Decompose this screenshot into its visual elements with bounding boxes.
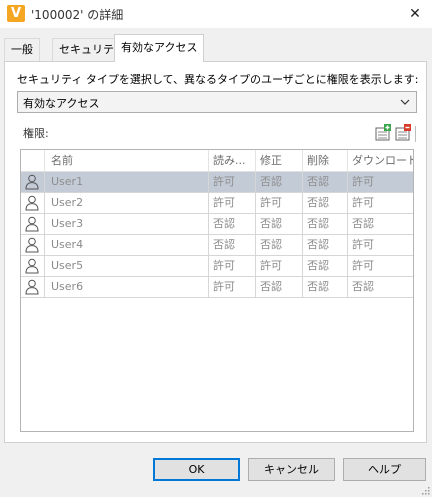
user-name-cell: User1: [45, 172, 209, 193]
read-permission-cell: 許可: [209, 277, 256, 298]
cancel-button[interactable]: キャンセル: [248, 458, 335, 481]
user-icon: [21, 235, 45, 256]
read-permission-cell: 否認: [209, 235, 256, 256]
modify-permission-cell: 許可: [256, 193, 303, 214]
add-permission-icon[interactable]: [374, 124, 392, 142]
delete-permission-cell: 否認: [303, 172, 348, 193]
security-type-value: 有効なアクセス: [23, 97, 100, 110]
user-name-cell: User2: [45, 193, 209, 214]
table-row[interactable]: User4 否認 否認 否認 許可: [21, 235, 413, 256]
ok-button[interactable]: OK: [153, 458, 240, 481]
user-icon: [21, 172, 45, 193]
user-icon: [21, 277, 45, 298]
column-header-modify[interactable]: 修正: [256, 150, 303, 172]
download-permission-cell: 否認: [348, 214, 413, 235]
column-header-name[interactable]: 名前: [45, 150, 209, 172]
user-icon: [21, 214, 45, 235]
modify-permission-cell: 許可: [256, 256, 303, 277]
delete-permission-cell: 否認: [303, 193, 348, 214]
toolbar-separator: [415, 126, 416, 142]
column-header-download[interactable]: ダウンロード: [348, 150, 413, 172]
column-header-icon: [21, 150, 45, 172]
column-header-delete[interactable]: 削除: [303, 150, 348, 172]
window-title: '100002' の詳細: [31, 8, 124, 22]
security-type-select[interactable]: 有効なアクセス: [17, 91, 417, 113]
permissions-label: 権限:: [23, 127, 49, 140]
resize-grip-icon[interactable]: [421, 486, 430, 495]
delete-permission-cell: 否認: [303, 235, 348, 256]
delete-permission-cell: 否認: [303, 277, 348, 298]
modify-permission-cell: 否認: [256, 214, 303, 235]
tab-panel: セキュリティ タイプを選択して、異なるタイプのユーザごとに権限を表示します: 有…: [4, 61, 427, 443]
read-permission-cell: 許可: [209, 256, 256, 277]
column-header-read[interactable]: 読み...: [209, 150, 256, 172]
title-bar: V '100002' の詳細 ✕: [0, 0, 432, 28]
close-icon[interactable]: ✕: [405, 4, 425, 24]
user-name-cell: User5: [45, 256, 209, 277]
download-permission-cell: 許可: [348, 235, 413, 256]
table-row[interactable]: User6 許可 否認 否認 否認: [21, 277, 413, 298]
help-button[interactable]: ヘルプ: [343, 458, 426, 481]
download-permission-cell: 許可: [348, 193, 413, 214]
delete-permission-cell: 否認: [303, 214, 348, 235]
download-permission-cell: 否認: [348, 277, 413, 298]
read-permission-cell: 許可: [209, 172, 256, 193]
remove-permission-icon[interactable]: [394, 124, 412, 142]
modify-permission-cell: 否認: [256, 235, 303, 256]
table-row[interactable]: User2 許可 許可 否認 許可: [21, 193, 413, 214]
app-logo-icon: V: [7, 5, 25, 22]
permissions-table[interactable]: 名前 読み... 修正 削除 ダウンロード User1 許可 否認 否認 許可 User2…: [20, 149, 414, 432]
download-permission-cell: 許可: [348, 172, 413, 193]
instruction-text: セキュリティ タイプを選択して、異なるタイプのユーザごとに権限を表示します:: [17, 73, 419, 86]
delete-permission-cell: 否認: [303, 256, 348, 277]
tab-effective-access[interactable]: 有効なアクセス: [114, 34, 205, 62]
download-permission-cell: 許可: [348, 256, 413, 277]
user-icon: [21, 193, 45, 214]
user-name-cell: User4: [45, 235, 209, 256]
table-row[interactable]: User3 否認 否認 否認 否認: [21, 214, 413, 235]
tab-general[interactable]: 一般: [4, 38, 40, 61]
read-permission-cell: 許可: [209, 193, 256, 214]
chevron-down-icon: [400, 99, 410, 105]
user-name-cell: User3: [45, 214, 209, 235]
modify-permission-cell: 否認: [256, 172, 303, 193]
user-icon: [21, 256, 45, 277]
user-name-cell: User6: [45, 277, 209, 298]
table-header: 名前 読み... 修正 削除 ダウンロード: [21, 150, 413, 172]
table-row[interactable]: User5 許可 許可 否認 許可: [21, 256, 413, 277]
modify-permission-cell: 否認: [256, 277, 303, 298]
read-permission-cell: 否認: [209, 214, 256, 235]
table-row[interactable]: User1 許可 否認 否認 許可: [21, 172, 413, 193]
